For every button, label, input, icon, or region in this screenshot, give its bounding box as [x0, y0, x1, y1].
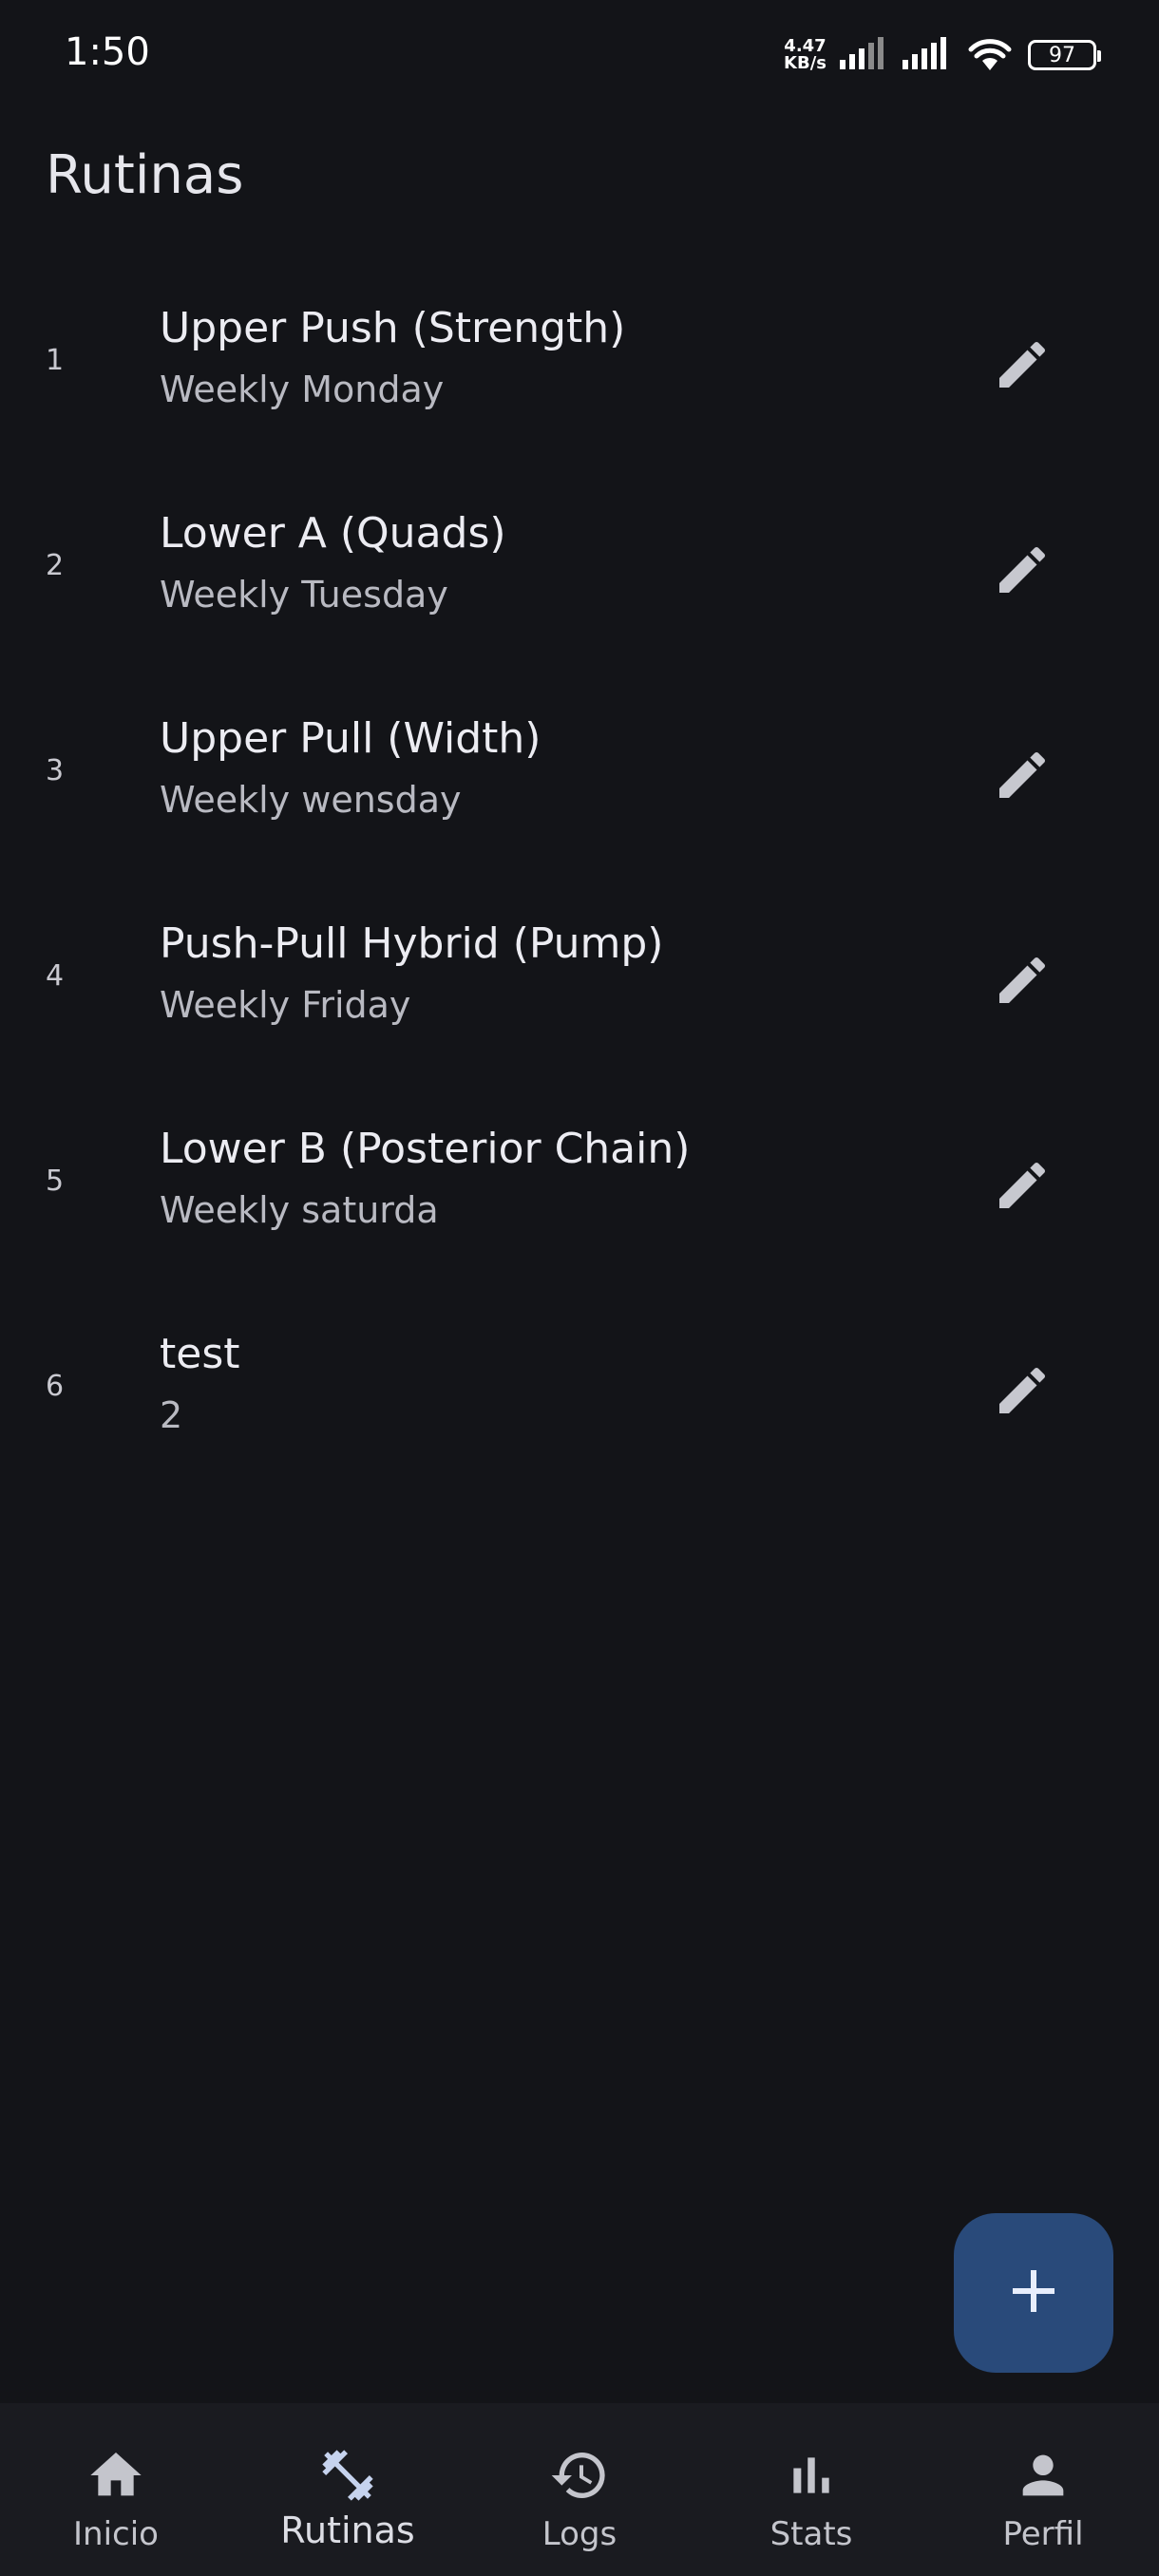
plus-icon: [1009, 2266, 1058, 2320]
pencil-icon: [992, 1360, 1053, 1425]
signal-icon: [840, 37, 889, 73]
edit-routine-button[interactable]: [984, 1354, 1060, 1430]
routine-schedule: Weekly Monday: [160, 369, 445, 410]
routine-index: 1: [46, 344, 65, 377]
nav-item-rutinas[interactable]: Rutinas: [232, 2403, 464, 2576]
routine-list-item[interactable]: 3 Upper Pull (Width) Weekly wensday: [0, 672, 1159, 878]
nav-label-rutinas: Rutinas: [280, 2510, 415, 2551]
nav-item-logs[interactable]: Logs: [464, 2403, 695, 2576]
home-icon: [86, 2445, 146, 2506]
edit-routine-button[interactable]: [984, 1149, 1060, 1225]
routine-schedule: Weekly Friday: [160, 984, 411, 1026]
status-time: 1:50: [65, 30, 150, 74]
bar-chart-icon: [781, 2445, 842, 2506]
routine-index: 5: [46, 1165, 65, 1198]
page-title: Rutinas: [46, 144, 244, 206]
pencil-icon: [992, 950, 1053, 1014]
nav-label-inicio: Inicio: [73, 2515, 159, 2553]
routine-index: 4: [46, 959, 65, 993]
routine-title: Push-Pull Hybrid (Pump): [160, 919, 664, 968]
pencil-icon: [992, 745, 1053, 809]
dumbbell-icon: [317, 2445, 378, 2506]
edit-routine-button[interactable]: [984, 329, 1060, 405]
routine-title: Lower B (Posterior Chain): [160, 1125, 691, 1173]
routine-index: 2: [46, 549, 65, 582]
nav-item-stats[interactable]: Stats: [695, 2403, 927, 2576]
routine-schedule: Weekly Tuesday: [160, 574, 448, 616]
routine-list-item[interactable]: 5 Lower B (Posterior Chain) Weekly saturda: [0, 1083, 1159, 1288]
status-bar: 1:50 4.47 KB/s 97: [0, 0, 1159, 112]
routine-list-item[interactable]: 4 Push-Pull Hybrid (Pump) Weekly Friday: [0, 878, 1159, 1083]
routine-schedule: 2: [160, 1394, 183, 1436]
pencil-icon: [992, 334, 1053, 399]
routine-list: 1 Upper Push (Strength) Weekly Monday 2 Lowe…: [0, 262, 1159, 1493]
nav-label-logs: Logs: [542, 2515, 618, 2553]
status-icons: 4.47 KB/s 97: [784, 34, 1101, 76]
nav-label-perfil: Perfil: [1002, 2515, 1084, 2553]
person-icon: [1013, 2445, 1074, 2506]
network-speed: 4.47 KB/s: [784, 38, 826, 72]
battery-icon: 97: [1028, 40, 1101, 70]
edit-routine-button[interactable]: [984, 739, 1060, 815]
nav-item-perfil[interactable]: Perfil: [927, 2403, 1159, 2576]
edit-routine-button[interactable]: [984, 944, 1060, 1020]
routine-title: Lower A (Quads): [160, 509, 506, 558]
bottom-navigation: Inicio Rutinas Logs Stats Perfil: [0, 2403, 1159, 2576]
add-routine-button[interactable]: [954, 2213, 1113, 2373]
history-icon: [549, 2445, 610, 2506]
pencil-icon: [992, 1155, 1053, 1220]
routine-list-item[interactable]: 2 Lower A (Quads) Weekly Tuesday: [0, 467, 1159, 672]
routine-title: test: [160, 1330, 240, 1378]
routine-index: 6: [46, 1370, 65, 1403]
routine-list-item[interactable]: 6 test 2: [0, 1288, 1159, 1493]
routine-index: 3: [46, 754, 65, 787]
routine-title: Upper Push (Strength): [160, 304, 626, 352]
wifi-icon: [965, 34, 1015, 76]
signal-icon: [902, 37, 952, 73]
routine-schedule: Weekly saturda: [160, 1189, 439, 1231]
edit-routine-button[interactable]: [984, 534, 1060, 610]
routine-list-item[interactable]: 1 Upper Push (Strength) Weekly Monday: [0, 262, 1159, 467]
pencil-icon: [992, 540, 1053, 604]
battery-level: 97: [1049, 43, 1075, 67]
network-speed-unit: KB/s: [784, 53, 826, 73]
nav-label-stats: Stats: [770, 2515, 853, 2553]
routine-title: Upper Pull (Width): [160, 714, 542, 763]
routine-schedule: Weekly wensday: [160, 779, 462, 821]
nav-item-inicio[interactable]: Inicio: [0, 2403, 232, 2576]
